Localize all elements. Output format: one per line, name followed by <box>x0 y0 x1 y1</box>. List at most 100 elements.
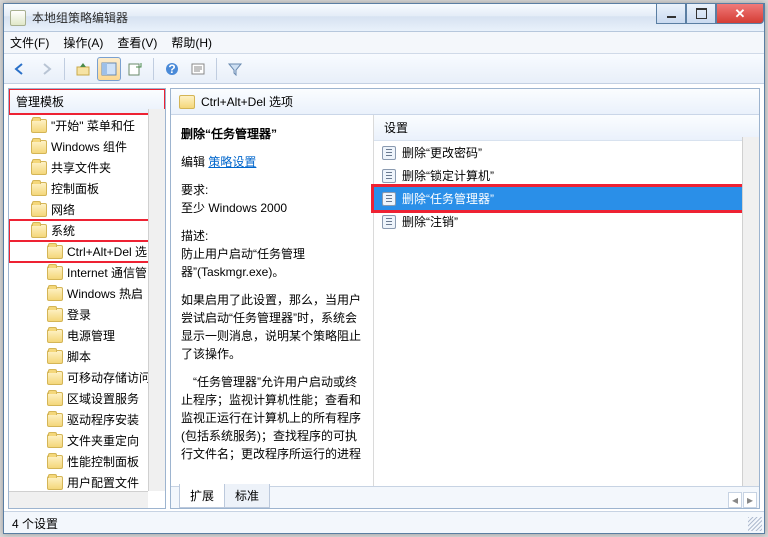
folder-icon <box>47 434 63 448</box>
menu-view[interactable]: 查看(V) <box>117 34 157 51</box>
tab-standard[interactable]: 标准 <box>224 484 270 508</box>
setting-label: 删除“注销” <box>402 213 458 230</box>
setting-item[interactable]: 删除“任务管理器” <box>374 187 759 210</box>
settings-scrollbar-v[interactable] <box>742 137 759 508</box>
tree-scrollbar-v[interactable] <box>148 109 165 491</box>
tree-node[interactable]: 文件夹重定向 <box>9 430 165 451</box>
tree-node-label: 电源管理 <box>67 327 115 344</box>
titlebar[interactable]: 本地组策略编辑器 ✕ <box>4 4 764 32</box>
tree-node-label: 控制面板 <box>51 180 99 197</box>
tree-node[interactable]: 系统 <box>9 220 165 241</box>
policy-title: 删除“任务管理器” <box>181 125 363 143</box>
policy-icon <box>382 215 396 229</box>
folder-icon <box>31 161 47 175</box>
tree-node-label: Windows 组件 <box>51 138 127 155</box>
folder-icon <box>31 119 47 133</box>
tree-node[interactable]: Internet 通信管 <box>9 262 165 283</box>
folder-icon <box>47 371 63 385</box>
tree-node-label: "开始" 菜单和任 <box>51 117 135 134</box>
menu-file[interactable]: 文件(F) <box>10 34 49 51</box>
folder-icon <box>47 329 63 343</box>
setting-item[interactable]: 删除“锁定计算机” <box>374 164 759 187</box>
forward-button[interactable] <box>34 57 58 81</box>
tab-extended[interactable]: 扩展 <box>179 484 225 508</box>
tree-panel: 管理模板 "开始" 菜单和任 Windows 组件共享文件夹控制面板网络系统 Ctr… <box>8 88 166 509</box>
tree-node[interactable]: 电源管理 <box>9 325 165 346</box>
description-p3: “任务管理器”允许用户启动或终止程序；监视计算机性能；查看和监视正运行在计算机上… <box>181 373 363 463</box>
tree-node[interactable]: 用户配置文件 <box>9 472 165 493</box>
folder-icon <box>47 413 63 427</box>
show-hide-tree-button[interactable] <box>97 57 121 81</box>
tree-node[interactable]: 性能控制面板 <box>9 451 165 472</box>
description-label: 描述: <box>181 227 363 245</box>
folder-icon <box>47 392 63 406</box>
minimize-button[interactable] <box>656 4 686 24</box>
tree-node-label: 网络 <box>51 201 75 218</box>
setting-label: 删除“任务管理器” <box>402 190 494 207</box>
setting-item[interactable]: 删除“更改密码” <box>374 141 759 164</box>
tree-node-label: 可移动存储访问 <box>67 369 151 386</box>
tree-node-label: Internet 通信管 <box>67 264 147 281</box>
export-button[interactable] <box>123 57 147 81</box>
close-button[interactable]: ✕ <box>716 4 764 24</box>
policy-icon <box>382 192 396 206</box>
tree-node-label: 用户配置文件 <box>67 474 139 491</box>
policy-icon <box>382 146 396 160</box>
settings-header[interactable]: 设置 <box>374 115 759 141</box>
tree-scrollbar-h[interactable] <box>9 491 148 508</box>
policy-icon <box>382 169 396 183</box>
folder-icon <box>47 308 63 322</box>
tree-node[interactable]: 共享文件夹 <box>9 157 165 178</box>
menubar: 文件(F) 操作(A) 查看(V) 帮助(H) <box>4 32 764 54</box>
tree-node[interactable]: 网络 <box>9 199 165 220</box>
folder-icon <box>179 95 195 109</box>
tree-node-label: Windows 热启 <box>67 285 143 302</box>
right-panel: Ctrl+Alt+Del 选项 删除“任务管理器” 编辑 策略设置 要求: 至少… <box>170 88 760 509</box>
settings-panel: 设置 删除“更改密码” 删除“锁定计算机” 删除“任务管理器” 删除“注销” <box>374 115 759 508</box>
status-text: 4 个设置 <box>12 517 58 531</box>
tree-node[interactable]: 控制面板 <box>9 178 165 199</box>
window-title: 本地组策略编辑器 <box>32 9 128 26</box>
folder-icon <box>47 287 63 301</box>
tree-node[interactable]: 登录 <box>9 304 165 325</box>
app-icon <box>10 10 26 26</box>
tree-node[interactable]: 可移动存储访问 <box>9 367 165 388</box>
tree-node[interactable]: Windows 热启 <box>9 283 165 304</box>
help-button[interactable]: ? <box>160 57 184 81</box>
tree-node-label: 文件夹重定向 <box>67 432 139 449</box>
folder-icon <box>47 476 63 490</box>
folder-icon <box>31 182 47 196</box>
tree-node[interactable]: 脚本 <box>9 346 165 367</box>
description-p1: 防止用户启动“任务管理器”(Taskmgr.exe)。 <box>181 245 363 281</box>
tree-node[interactable]: "开始" 菜单和任 <box>9 115 165 136</box>
tree-node[interactable]: 区域设置服务 <box>9 388 165 409</box>
setting-label: 删除“锁定计算机” <box>402 167 494 184</box>
tree-node-label: 登录 <box>67 306 91 323</box>
folder-icon <box>47 266 63 280</box>
folder-icon <box>47 455 63 469</box>
folder-icon <box>31 224 47 238</box>
properties-button[interactable] <box>186 57 210 81</box>
menu-action[interactable]: 操作(A) <box>63 34 103 51</box>
up-button[interactable] <box>71 57 95 81</box>
tree-node-label: 共享文件夹 <box>51 159 111 176</box>
tree-node-label: 系统 <box>51 222 75 239</box>
maximize-button[interactable] <box>686 4 716 24</box>
tree-node[interactable]: Ctrl+Alt+Del 选 <box>9 241 165 262</box>
tree-node[interactable]: 驱动程序安装 <box>9 409 165 430</box>
setting-item[interactable]: 删除“注销” <box>374 210 759 233</box>
body: 管理模板 "开始" 菜单和任 Windows 组件共享文件夹控制面板网络系统 Ctr… <box>4 86 764 511</box>
tree-header[interactable]: 管理模板 <box>8 88 166 115</box>
edit-policy-link[interactable]: 策略设置 <box>208 155 256 169</box>
window: 本地组策略编辑器 ✕ 文件(F) 操作(A) 查看(V) 帮助(H) ? 管理模… <box>3 3 765 534</box>
toolbar: ? <box>4 54 764 84</box>
folder-icon <box>47 350 63 364</box>
back-button[interactable] <box>8 57 32 81</box>
tree-node-label: 区域设置服务 <box>67 390 139 407</box>
setting-label: 删除“更改密码” <box>402 144 482 161</box>
tree-node[interactable]: Windows 组件 <box>9 136 165 157</box>
resize-grip[interactable] <box>748 517 762 531</box>
menu-help[interactable]: 帮助(H) <box>171 34 212 51</box>
filter-button[interactable] <box>223 57 247 81</box>
tree-node-label: 脚本 <box>67 348 91 365</box>
